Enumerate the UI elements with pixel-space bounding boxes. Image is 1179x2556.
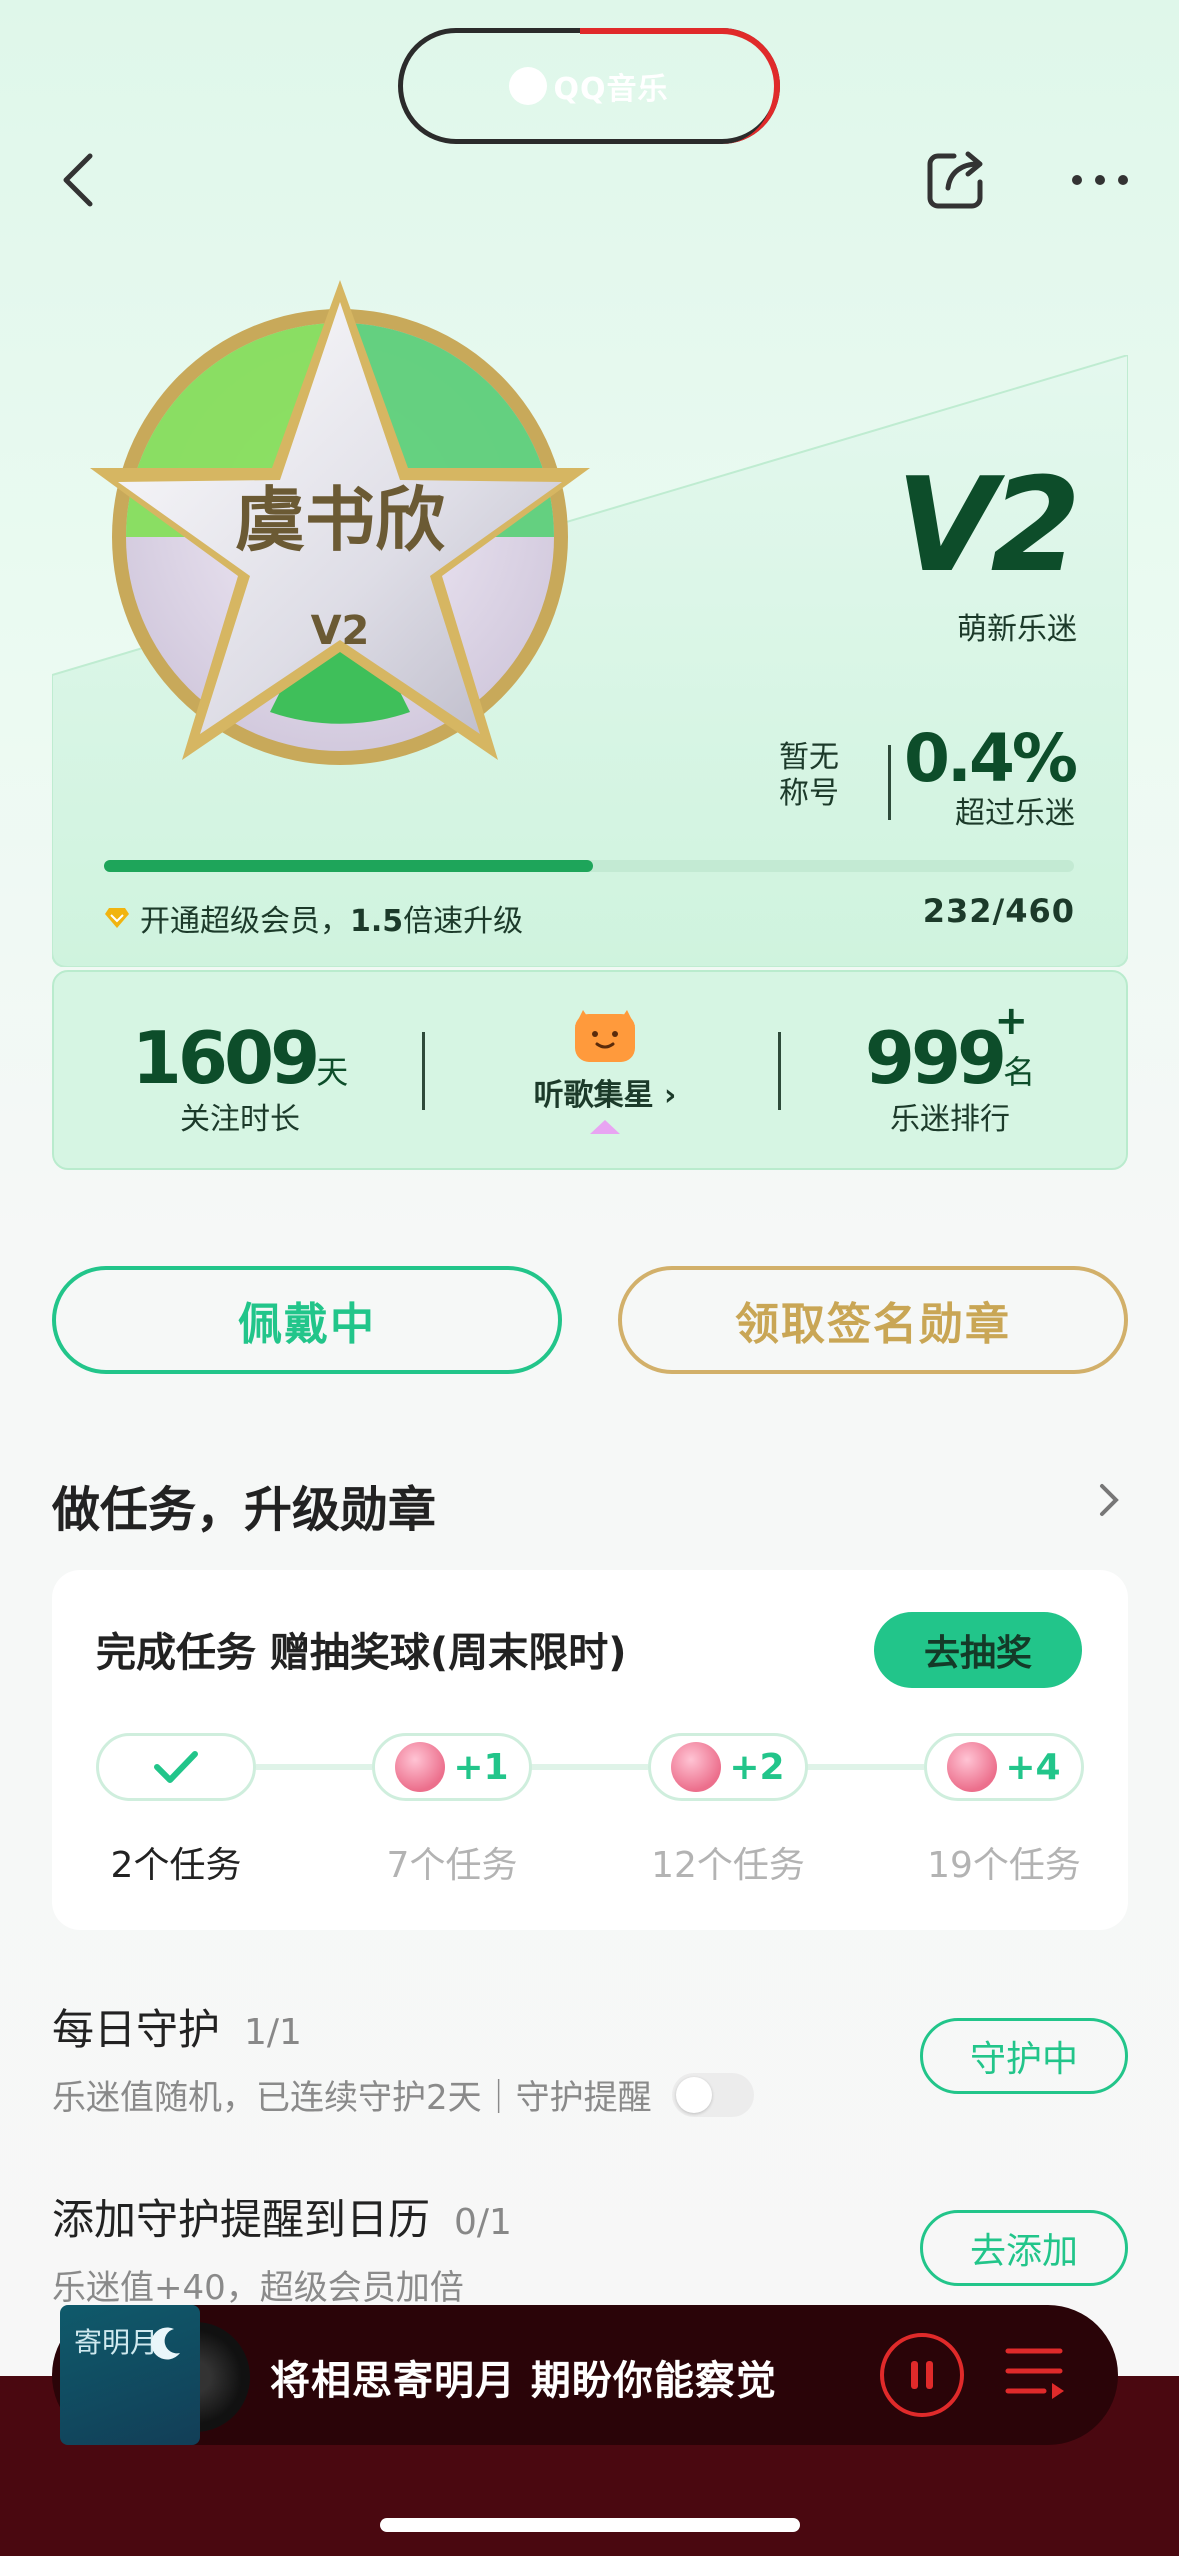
share-button[interactable] [916, 140, 996, 220]
follow-days-unit: 天 [316, 1053, 349, 1091]
more-button[interactable] [1060, 140, 1140, 220]
follow-days-label: 关注时长 [180, 1102, 300, 1137]
now-playing-title: 将相思寄明月 期盼你能察觉 [270, 2358, 777, 2404]
milestone-connector [806, 1764, 924, 1770]
check-icon [154, 1751, 198, 1783]
chevron-left-icon [63, 153, 93, 207]
back-button[interactable] [38, 140, 118, 220]
tasks-section-title: 做任务，升级勋章 [52, 1482, 437, 1538]
playlist-button[interactable] [1004, 2343, 1068, 2407]
vip-speedup-link[interactable]: 开通超级会员，1.5倍速升级 [104, 896, 523, 940]
milestone-chip-done [96, 1733, 256, 1801]
vip-prefix: 开通超级会员， [140, 904, 350, 939]
milestone-connector [256, 1764, 372, 1770]
rank-percent: 0.4% [903, 720, 1078, 797]
guarding-button[interactable]: 守护中 [920, 2018, 1128, 2094]
lottery-task-title: 完成任务 赠抽奖球(周末限时) [96, 1630, 627, 1676]
fan-rank: 999 [864, 1016, 1007, 1100]
fan-rank-label: 乐迷排行 [890, 1102, 1010, 1137]
task-desc-line: 乐迷值随机，已连续守护2天｜守护提醒 [52, 2070, 754, 2119]
more-icon [1072, 175, 1128, 185]
moon-icon [151, 2327, 180, 2360]
task-desc: 乐迷值+40，超级会员加倍 [52, 2268, 464, 2308]
milestone-label: 7个任务 [386, 1845, 518, 1886]
task-row-title-line: 每日守护 1/1 [52, 1996, 302, 2057]
fan-rank-stat: 999 + 名 乐迷排行 [840, 998, 1060, 1138]
app-status-pill: QQ音乐 [398, 28, 780, 144]
chevron-right-icon [1100, 1484, 1119, 1516]
task-row-title-line: 添加守护提醒到日历 0/1 [52, 2186, 512, 2247]
task-title: 每日守护 [52, 2005, 221, 2054]
vip-multiplier: 1.5 [350, 904, 404, 939]
draw-lottery-button[interactable]: 去抽奖 [874, 1612, 1082, 1688]
title-status: 暂无称号 [779, 740, 839, 811]
milestone-chip: +2 [648, 1733, 808, 1801]
playlist-icon [1005, 2348, 1064, 2399]
level-progress-fill [104, 860, 593, 872]
pause-icon [911, 2361, 933, 2389]
badge-level: V2 [311, 608, 370, 654]
milestone-reward: +4 [1005, 1746, 1061, 1788]
claim-signature-medal-button[interactable]: 领取签名勋章 [618, 1266, 1128, 1374]
badge-name: 虞书欣 [235, 479, 445, 561]
mascot-icon [575, 1010, 635, 1062]
pause-button[interactable] [880, 2333, 964, 2417]
milestone-reward: +1 [453, 1746, 509, 1788]
milestone-connector [530, 1764, 648, 1770]
lottery-ball-icon [395, 1742, 446, 1792]
album-cover[interactable]: 寄明月 [60, 2305, 200, 2445]
lottery-ball-icon [671, 1742, 722, 1792]
lottery-ball-icon [947, 1742, 998, 1792]
divider [422, 1032, 425, 1110]
follow-days-stat: 1609天 关注时长 [100, 1022, 380, 1138]
guard-reminder-toggle[interactable] [671, 2072, 754, 2117]
qq-music-logo-icon [509, 67, 548, 105]
vip-suffix: 倍速升级 [403, 904, 524, 939]
milestone-chip: +4 [924, 1733, 1084, 1801]
collect-stars-link[interactable]: 听歌集星 › [490, 1008, 720, 1138]
task-count: 0/1 [454, 2202, 512, 2243]
milestone-label: 12个任务 [651, 1845, 805, 1886]
fan-medal-badge: 虞书欣 V2 [90, 280, 590, 765]
task-count: 1/1 [244, 2012, 302, 2053]
milestone-reward: +2 [729, 1746, 785, 1788]
tasks-more-button[interactable] [1096, 1480, 1122, 1524]
milestone-chip: +1 [372, 1733, 532, 1801]
exp-progress-text: 232/460 [922, 892, 1075, 930]
task-desc: 乐迷值随机，已连续守护2天｜守护提醒 [52, 2078, 652, 2118]
level-value: V2 [895, 449, 1081, 601]
follow-days: 1609 [131, 1016, 320, 1100]
task-title: 添加守护提醒到日历 [52, 2195, 431, 2244]
pointer-triangle-icon [590, 1120, 620, 1134]
chevron-right-icon: › [664, 1078, 677, 1113]
divider [888, 745, 891, 820]
wearing-button[interactable]: 佩戴中 [52, 1266, 562, 1374]
share-icon [927, 151, 983, 209]
diamond-icon [105, 908, 129, 928]
rank-percent-label: 超过乐迷 [955, 796, 1075, 831]
add-to-calendar-button[interactable]: 去添加 [920, 2210, 1128, 2286]
fan-rank-unit: 名 [1003, 1053, 1036, 1091]
divider [778, 1032, 781, 1110]
level-name: 萌新乐迷 [957, 612, 1077, 647]
milestone-label: 19个任务 [927, 1845, 1081, 1886]
milestone-label: 2个任务 [110, 1845, 242, 1886]
fan-rank-plus: + [994, 998, 1028, 1044]
recording-arc [580, 28, 780, 144]
collect-stars-label: 听歌集星 [533, 1078, 654, 1113]
home-indicator [380, 2518, 800, 2532]
